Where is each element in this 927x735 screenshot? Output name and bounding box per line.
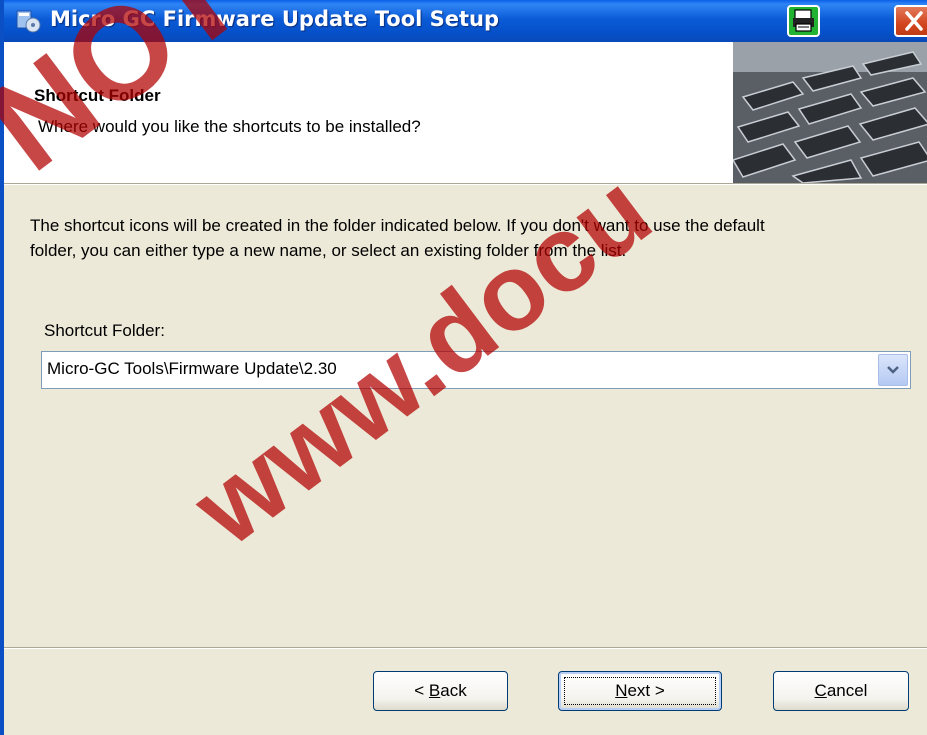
next-mnemonic: N (615, 681, 628, 700)
title-bar[interactable]: Micro GC Firmware Update Tool Setup (0, 0, 927, 42)
back-button[interactable]: < Back (373, 671, 508, 711)
description-line-2: folder, you can either type a new name, … (30, 241, 627, 260)
dropdown-button[interactable] (878, 354, 908, 386)
next-label-rest: ext > (627, 681, 665, 700)
page-title: Shortcut Folder (34, 86, 161, 105)
cancel-mnemonic: C (814, 681, 827, 700)
setup-icon (16, 10, 41, 33)
close-button[interactable] (894, 5, 927, 37)
shortcut-folder-value[interactable]: Micro-GC Tools\Firmware Update\2.30 (47, 359, 337, 379)
cancel-button[interactable]: Cancel (773, 671, 909, 711)
print-button[interactable] (787, 5, 820, 37)
cancel-label-rest: ancel (826, 681, 868, 700)
chevron-down-icon (887, 366, 899, 374)
shortcut-folder-combobox[interactable]: Micro-GC Tools\Firmware Update\2.30 (41, 351, 911, 389)
printer-icon (793, 9, 814, 32)
header-separator (4, 183, 927, 185)
header-band: Shortcut Folder Where would you like the… (4, 42, 927, 183)
back-button-label: < Back (414, 681, 466, 700)
next-button-label: Next > (615, 681, 665, 700)
next-button[interactable]: Next > (558, 671, 722, 711)
close-icon (905, 11, 923, 31)
shortcut-folder-label: Shortcut Folder: (44, 321, 165, 340)
page-subtitle: Where would you like the shortcuts to be… (38, 117, 421, 136)
description-line-1: The shortcut icons will be created in th… (30, 216, 765, 235)
cancel-button-label: Cancel (815, 681, 868, 700)
back-mnemonic: B (428, 681, 441, 700)
footer-separator (4, 647, 927, 649)
back-label-rest: ack (440, 681, 467, 700)
window-title: Micro GC Firmware Update Tool Setup (50, 7, 500, 31)
keyboard-image (733, 42, 927, 183)
back-arrow: < (414, 681, 429, 700)
